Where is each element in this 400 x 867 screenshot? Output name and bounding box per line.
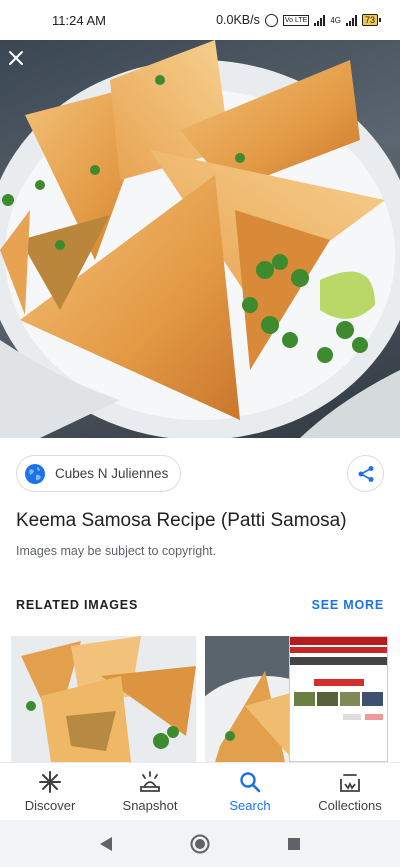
- status-bar: 11:24 AM 0.0KB/s Vo LTE 4G 73: [0, 0, 400, 40]
- app-screenshot-overlay: [289, 636, 388, 762]
- nav-search[interactable]: Search: [200, 763, 300, 820]
- close-icon: [9, 51, 23, 65]
- back-button[interactable]: [94, 832, 118, 856]
- share-button[interactable]: [347, 455, 384, 492]
- samosa-thumbnail: [11, 636, 196, 762]
- back-icon: [100, 836, 112, 851]
- nav-discover-label: Discover: [24, 798, 76, 813]
- source-chip[interactable]: Cubes N Juliennes: [16, 455, 182, 492]
- network-speed: 0.0KB/s: [216, 13, 260, 27]
- home-button[interactable]: [188, 832, 212, 856]
- nav-collections[interactable]: Collections: [300, 763, 400, 820]
- system-nav-bar: [0, 820, 400, 867]
- related-image-1[interactable]: [11, 636, 196, 762]
- nav-discover[interactable]: Discover: [0, 763, 100, 820]
- related-images-title: RELATED IMAGES: [16, 598, 139, 612]
- volte-icon: Vo LTE: [282, 14, 310, 26]
- related-images-header: RELATED IMAGES SEE MORE: [16, 598, 384, 612]
- nav-snapshot[interactable]: Snapshot: [100, 763, 200, 820]
- asterisk-icon: [38, 770, 62, 794]
- search-icon: [238, 770, 262, 794]
- recents-button[interactable]: [282, 832, 306, 856]
- hero-image[interactable]: [0, 40, 400, 438]
- page-title[interactable]: Keema Samosa Recipe (Patti Samosa): [16, 508, 384, 534]
- snapshot-icon: [138, 770, 162, 794]
- nav-search-label: Search: [229, 798, 271, 813]
- samosa-illustration: [0, 40, 400, 438]
- see-more-button[interactable]: SEE MORE: [312, 598, 384, 612]
- nav-collections-label: Collections: [318, 798, 382, 813]
- status-indicators: 0.0KB/s Vo LTE 4G 73: [216, 13, 382, 27]
- status-time: 11:24 AM: [52, 12, 106, 28]
- home-icon: [190, 834, 210, 853]
- bottom-nav: Discover Snapshot Search Collections: [0, 762, 400, 820]
- alarm-icon: [264, 13, 278, 27]
- battery-icon: 73: [361, 14, 382, 26]
- nav-snapshot-label: Snapshot: [122, 798, 178, 813]
- globe-icon: [25, 463, 45, 484]
- source-name: Cubes N Juliennes: [55, 466, 169, 481]
- source-row: Cubes N Juliennes: [16, 455, 384, 493]
- recents-icon: [288, 837, 300, 850]
- network-type: 4G: [330, 15, 341, 25]
- copyright-notice: Images may be subject to copyright.: [16, 544, 217, 558]
- collections-icon: [338, 770, 362, 794]
- close-button[interactable]: [8, 50, 40, 82]
- share-icon: [358, 465, 373, 482]
- signal-icon: [314, 14, 326, 26]
- signal-icon-2: [345, 14, 357, 26]
- related-image-2[interactable]: [205, 636, 388, 762]
